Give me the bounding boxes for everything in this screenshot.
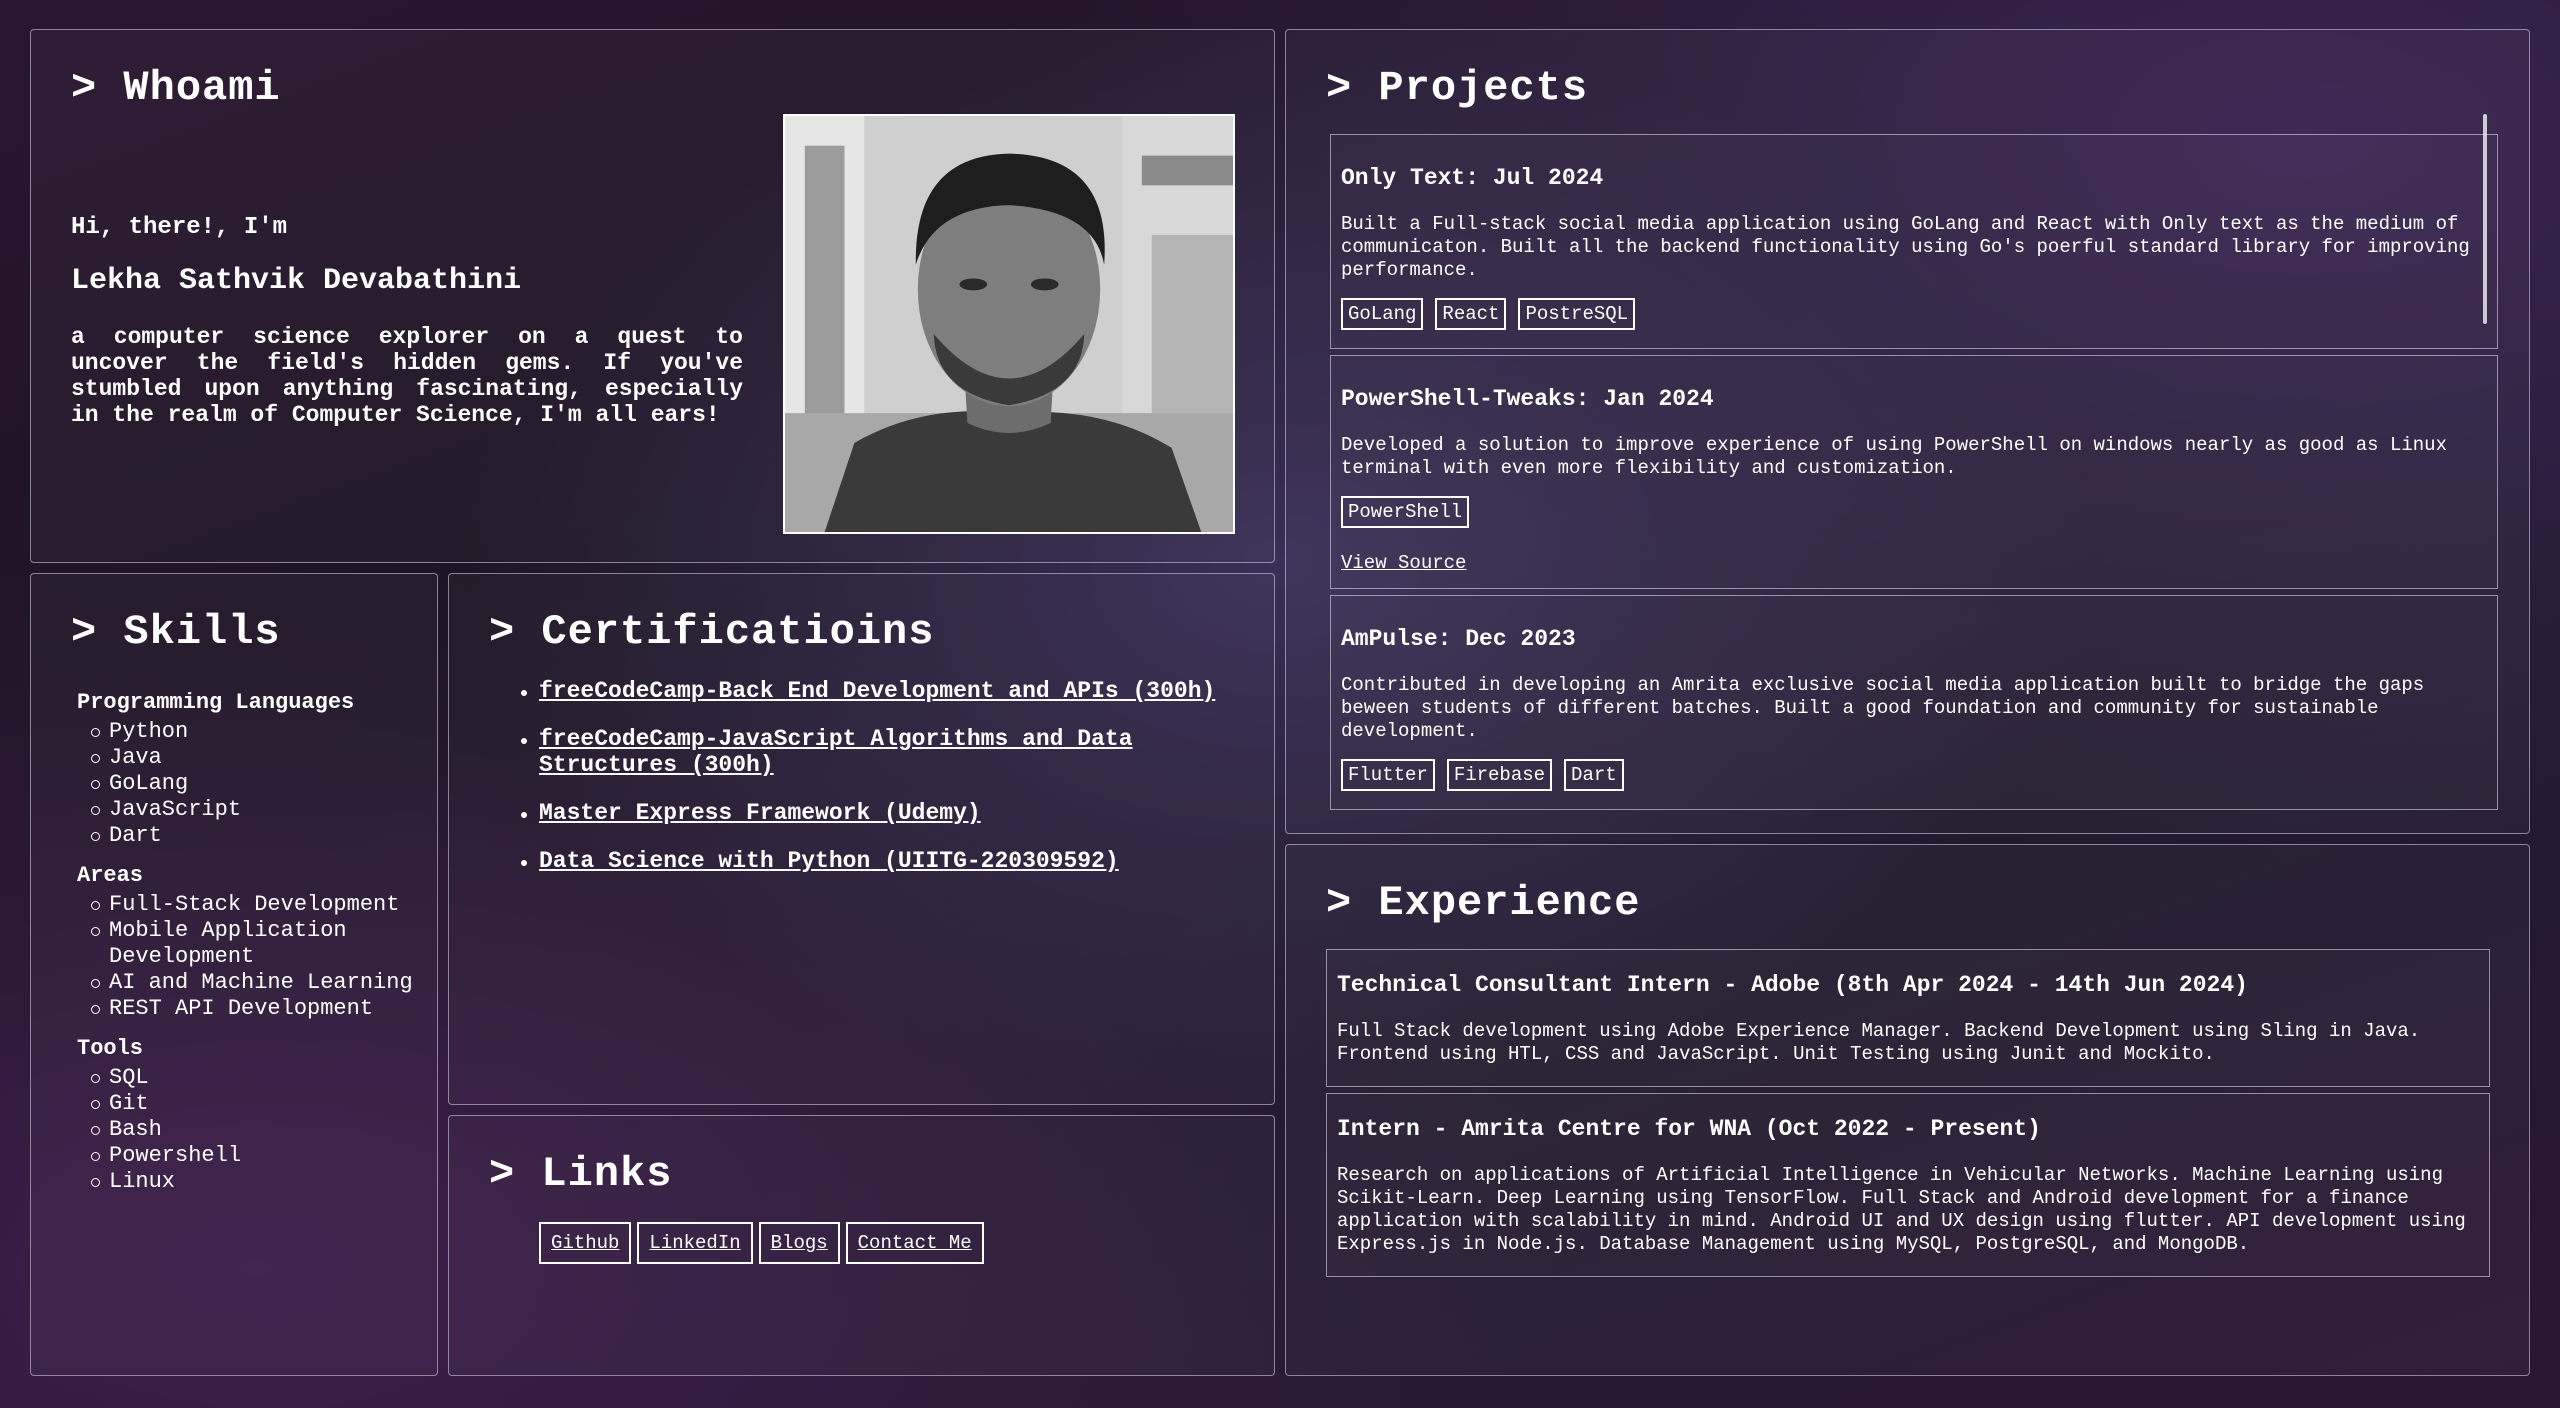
skill-item: Full-Stack Development	[91, 892, 427, 918]
project-card: PowerShell-Tweaks: Jan 2024 Developed a …	[1330, 355, 2498, 589]
project-tag: PostreSQL	[1518, 298, 1636, 330]
certification-item: freeCodeCamp-Back End Development and AP…	[489, 678, 1249, 704]
certifications-panel: > Certificatioins freeCodeCamp-Back End …	[448, 573, 1275, 1105]
certification-link[interactable]: Data Science with Python (UIITG-22030959…	[539, 848, 1119, 874]
projects-scroll-area[interactable]: Only Text: Jul 2024 Built a Full-stack s…	[1330, 134, 2498, 830]
linkedin-link[interactable]: LinkedIn	[637, 1222, 753, 1264]
certifications-title: > Certificatioins	[489, 608, 935, 656]
project-tag: Firebase	[1446, 759, 1553, 791]
view-source-link[interactable]: View Source	[1341, 552, 1466, 574]
experience-card: Intern - Amrita Centre for WNA (Oct 2022…	[1326, 1093, 2490, 1277]
project-description: Contributed in developing an Amrita excl…	[1341, 674, 2425, 742]
link-row: Github LinkedIn Blogs Contact Me	[539, 1222, 984, 1264]
skill-list-tools: SQL Git Bash Powershell Linux	[77, 1065, 427, 1195]
project-tag: React	[1435, 298, 1507, 330]
project-title: Only Text: Jul 2024	[1341, 165, 1604, 191]
projects-scrollbar[interactable]	[2483, 114, 2487, 324]
project-title: AmPulse: Dec 2023	[1341, 626, 1576, 652]
skill-group-title: Tools	[77, 1036, 144, 1061]
experience-title-text: Intern - Amrita Centre for WNA (Oct 2022…	[1337, 1116, 2041, 1142]
project-description: Built a Full-stack social media applicat…	[1341, 213, 2470, 281]
links-title: > Links	[489, 1150, 673, 1198]
project-tag: GoLang	[1341, 298, 1424, 330]
profile-photo	[783, 114, 1235, 534]
skill-item: Git	[91, 1091, 427, 1117]
certification-list: freeCodeCamp-Back End Development and AP…	[489, 678, 1249, 896]
blogs-link[interactable]: Blogs	[758, 1222, 840, 1264]
project-description: Developed a solution to improve experien…	[1341, 434, 2447, 479]
experience-title: > Experience	[1326, 879, 1641, 927]
experience-panel: > Experience Technical Consultant Intern…	[1285, 844, 2530, 1376]
project-tags: GoLang React PostreSQL	[1341, 298, 2487, 330]
project-tag: PowerShell	[1341, 496, 1470, 528]
skill-item: Java	[91, 745, 427, 771]
experience-description: Research on applications of Artificial I…	[1337, 1164, 2466, 1255]
whoami-title: > Whoami	[71, 64, 281, 112]
links-panel: > Links Github LinkedIn Blogs Contact Me	[448, 1115, 1275, 1376]
certification-link[interactable]: Master Express Framework (Udemy)	[539, 800, 981, 826]
project-tag: Dart	[1564, 759, 1624, 791]
profile-name: Lekha Sathvik Devabathini	[71, 264, 522, 298]
experience-card: Technical Consultant Intern - Adobe (8th…	[1326, 949, 2490, 1087]
certification-item: Master Express Framework (Udemy)	[489, 800, 1249, 826]
skills-body: Programming Languages Python Java GoLang…	[77, 690, 427, 1209]
experience-list: Technical Consultant Intern - Adobe (8th…	[1326, 949, 2490, 1283]
skills-title: > Skills	[71, 608, 281, 656]
whoami-panel: > Whoami Hi, there!, I'm Lekha Sathvik D…	[30, 29, 1275, 563]
contact-me-link[interactable]: Contact Me	[845, 1222, 984, 1264]
project-card: Only Text: Jul 2024 Built a Full-stack s…	[1330, 134, 2498, 349]
skill-item: Mobile Application Development	[91, 918, 427, 970]
skill-item: Python	[91, 719, 427, 745]
skill-item: Powershell	[91, 1143, 427, 1169]
skill-item: REST API Development	[91, 996, 427, 1022]
certification-link[interactable]: freeCodeCamp-JavaScript Algorithms and D…	[539, 726, 1133, 778]
project-tags: PowerShell	[1341, 496, 2487, 528]
portrait-image	[785, 116, 1233, 532]
skill-item: GoLang	[91, 771, 427, 797]
certification-item: Data Science with Python (UIITG-22030959…	[489, 848, 1249, 874]
skills-panel: > Skills Programming Languages Python Ja…	[30, 573, 438, 1376]
profile-bio: a computer science explorer on a quest t…	[71, 324, 743, 428]
project-title: PowerShell-Tweaks: Jan 2024	[1341, 386, 1714, 412]
skill-item: AI and Machine Learning	[91, 970, 427, 996]
experience-title-text: Technical Consultant Intern - Adobe (8th…	[1337, 972, 2248, 998]
projects-title: > Projects	[1326, 64, 1589, 112]
skill-list-areas: Full-Stack Development Mobile Applicatio…	[77, 892, 427, 1022]
skill-item: SQL	[91, 1065, 427, 1091]
experience-description: Full Stack development using Adobe Exper…	[1337, 1020, 2421, 1065]
greeting-text: Hi, there!, I'm	[71, 214, 288, 241]
skill-item: Linux	[91, 1169, 427, 1195]
skill-item: JavaScript	[91, 797, 427, 823]
skill-group-title: Programming Languages	[77, 690, 355, 715]
project-tags: Flutter Firebase Dart	[1341, 759, 2487, 791]
skill-item: Bash	[91, 1117, 427, 1143]
projects-panel: > Projects Only Text: Jul 2024 Built a F…	[1285, 29, 2530, 834]
certification-link[interactable]: freeCodeCamp-Back End Development and AP…	[539, 678, 1215, 704]
skill-list-languages: Python Java GoLang JavaScript Dart	[77, 719, 427, 849]
skill-group-title: Areas	[77, 863, 144, 888]
skill-item: Dart	[91, 823, 427, 849]
github-link[interactable]: Github	[539, 1222, 632, 1264]
project-card: AmPulse: Dec 2023 Contributed in develop…	[1330, 595, 2498, 810]
project-tag: Flutter	[1341, 759, 1435, 791]
certification-item: freeCodeCamp-JavaScript Algorithms and D…	[489, 726, 1249, 778]
